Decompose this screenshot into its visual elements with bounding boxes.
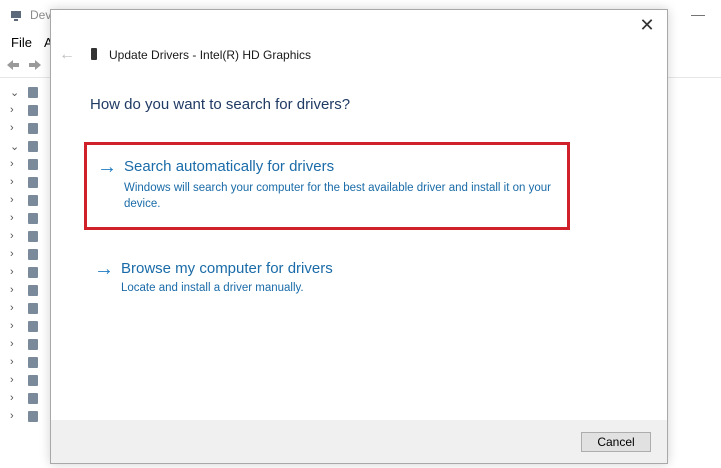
minimize-button[interactable]: —: [691, 6, 705, 22]
chevron-icon[interactable]: ›: [10, 302, 14, 314]
option-title: Search automatically for drivers: [124, 158, 335, 175]
chevron-icon[interactable]: ›: [10, 410, 14, 422]
device-category-icon: [28, 141, 38, 152]
device-category-icon: [28, 249, 38, 260]
chevron-icon[interactable]: ›: [10, 356, 14, 368]
device-category-icon: [28, 87, 38, 98]
device-tree: ⌄ › › ⌄ › › › › › › › › › › › › › › ›: [0, 78, 50, 468]
option-title: Browse my computer for drivers: [121, 260, 333, 277]
device-category-icon: [28, 267, 38, 278]
bg-window-title: Dev: [30, 8, 52, 22]
arrow-right-icon: →: [97, 156, 117, 178]
tree-row[interactable]: ›: [0, 120, 50, 138]
arrow-right-icon: →: [94, 258, 114, 280]
device-category-icon: [28, 195, 38, 206]
tree-row[interactable]: ›: [0, 408, 50, 426]
tree-row[interactable]: ›: [0, 228, 50, 246]
tree-row[interactable]: ›: [0, 264, 50, 282]
menu-file[interactable]: File: [11, 35, 32, 50]
chevron-icon[interactable]: ›: [10, 320, 14, 332]
device-category-icon: [28, 105, 38, 116]
dialog-title: Update Drivers - Intel(R) HD Graphics: [109, 48, 312, 62]
tree-row[interactable]: ›: [0, 246, 50, 264]
device-category-icon: [28, 303, 38, 314]
device-category-icon: [28, 177, 38, 188]
back-arrow-icon[interactable]: ←: [59, 46, 75, 64]
search-automatically-option[interactable]: → Search automatically for drivers Windo…: [84, 142, 570, 230]
chevron-icon[interactable]: ›: [10, 194, 14, 206]
tree-row[interactable]: ›: [0, 336, 50, 354]
device-category-icon: [28, 393, 38, 404]
browse-computer-option[interactable]: → Browse my computer for drivers Locate …: [84, 250, 570, 308]
chevron-icon[interactable]: ›: [10, 374, 14, 386]
chevron-icon[interactable]: ›: [10, 122, 14, 134]
chevron-icon[interactable]: ›: [10, 158, 14, 170]
tree-row[interactable]: ›: [0, 354, 50, 372]
option-description: Locate and install a driver manually.: [121, 282, 304, 294]
chevron-icon[interactable]: ›: [10, 104, 14, 116]
tree-row[interactable]: ›: [0, 318, 50, 336]
tree-row[interactable]: ⌄: [0, 138, 50, 156]
device-category-icon: [28, 339, 38, 350]
tree-row[interactable]: ›: [0, 102, 50, 120]
chevron-icon[interactable]: ›: [10, 212, 14, 224]
chevron-icon[interactable]: ›: [10, 230, 14, 242]
bg-right-panel: [707, 78, 721, 468]
device-manager-icon: [11, 11, 21, 21]
dialog-footer: Cancel: [51, 420, 667, 463]
display-adapter-icon: [91, 48, 97, 60]
device-category-icon: [28, 357, 38, 368]
cancel-button[interactable]: Cancel: [581, 432, 651, 452]
device-category-icon: [28, 411, 38, 422]
chevron-icon[interactable]: ›: [10, 284, 14, 296]
update-drivers-dialog: ✕ ← Update Drivers - Intel(R) HD Graphic…: [50, 9, 668, 464]
dialog-heading: How do you want to search for drivers?: [90, 96, 351, 113]
back-toolbar-icon[interactable]: [6, 59, 20, 71]
tree-row[interactable]: ›: [0, 372, 50, 390]
device-category-icon: [28, 123, 38, 134]
tree-row[interactable]: ›: [0, 156, 50, 174]
tree-row[interactable]: ›: [0, 192, 50, 210]
chevron-icon[interactable]: ›: [10, 266, 14, 278]
device-category-icon: [28, 285, 38, 296]
device-category-icon: [28, 159, 38, 170]
tree-row[interactable]: ⌄: [0, 84, 50, 102]
device-category-icon: [28, 213, 38, 224]
chevron-icon[interactable]: ›: [10, 338, 14, 350]
tree-row[interactable]: ›: [0, 174, 50, 192]
option-description: Windows will search your computer for th…: [124, 182, 551, 210]
close-icon[interactable]: ✕: [637, 14, 657, 36]
tree-row[interactable]: ›: [0, 210, 50, 228]
forward-toolbar-icon[interactable]: [28, 59, 42, 71]
chevron-icon[interactable]: ⌄: [10, 140, 19, 153]
chevron-icon[interactable]: ⌄: [10, 86, 19, 99]
tree-row[interactable]: ›: [0, 282, 50, 300]
chevron-icon[interactable]: ›: [10, 392, 14, 404]
tree-row[interactable]: ›: [0, 390, 50, 408]
tree-row[interactable]: ›: [0, 300, 50, 318]
device-category-icon: [28, 375, 38, 386]
chevron-icon[interactable]: ›: [10, 248, 14, 260]
device-category-icon: [28, 231, 38, 242]
device-category-icon: [28, 321, 38, 332]
chevron-icon[interactable]: ›: [10, 176, 14, 188]
